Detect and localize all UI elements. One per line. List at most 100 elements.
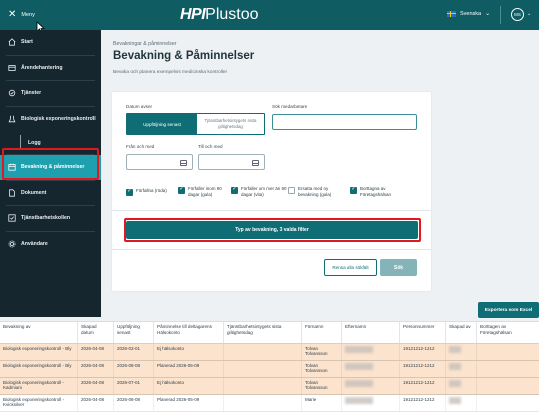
- sidebar-item-bevakning[interactable]: Bevakning & påminnelser: [0, 155, 101, 180]
- swedish-flag-icon: [447, 10, 456, 17]
- sidebar-item-biologisk[interactable]: Biologisk exponeringskontroll ⌃: [0, 107, 101, 132]
- date-label: Datum avser: [126, 104, 153, 109]
- table-cell: Marie: [302, 395, 342, 411]
- redacted-text: [345, 362, 373, 370]
- column-header[interactable]: Påminnelse till deltagarens Hälsokonto: [154, 322, 224, 343]
- search-input[interactable]: [272, 114, 417, 130]
- checkbox-forfaller-90[interactable]: ✓ Förfaller inom 90 dagar (gula): [178, 186, 230, 198]
- table-cell: Tolvan Tolvansson: [302, 361, 342, 377]
- table-cell: [446, 361, 477, 377]
- table-cell: [342, 344, 400, 360]
- table-cell: Tolvan Tolvansson: [302, 344, 342, 360]
- redacted-text: [449, 362, 461, 370]
- table-row[interactable]: Biologisk exponeringskontroll - Kvicksil…: [0, 395, 539, 412]
- redacted-text: [345, 345, 373, 353]
- column-header[interactable]: Bevakning av: [0, 322, 78, 343]
- table-cell: [477, 361, 539, 377]
- chevron-down-icon[interactable]: ⌄: [527, 11, 531, 17]
- to-date-input[interactable]: [198, 154, 265, 170]
- page-title: Bevakning & Påminnelser: [113, 50, 255, 62]
- sidebar-item-arendehantering[interactable]: Ärendehantering: [0, 56, 101, 81]
- checkbox-checked-icon: ✓: [231, 186, 238, 194]
- page-subtitle: Bevaka och planera exempelvis medicinska…: [113, 70, 228, 75]
- toggle-uppfoljning[interactable]: Uppföljning senast: [127, 114, 197, 134]
- table-cell: 2026-04-08: [78, 344, 114, 360]
- checkbox-checked-icon: ✓: [126, 188, 133, 196]
- sidebar-item-tjanster[interactable]: Tjänster: [0, 81, 101, 106]
- filter-card: Datum avser Uppföljning senast Tjänstbar…: [112, 92, 431, 291]
- bio-icon: [7, 114, 17, 124]
- from-date-input[interactable]: [126, 154, 193, 170]
- table-body: Biologisk exponeringskontroll - Bly 2026-…: [0, 344, 539, 412]
- table-cell: [342, 378, 400, 394]
- column-header[interactable]: Personnummer: [400, 322, 446, 343]
- table-row[interactable]: Biologisk exponeringskontroll - Bly 2026-…: [0, 361, 539, 378]
- table-cell: [224, 395, 302, 411]
- sidebar-item-logg[interactable]: Logg: [0, 131, 101, 154]
- menu-label: Meny: [21, 12, 35, 18]
- checkbox-unchecked-icon: [288, 186, 295, 194]
- column-header[interactable]: Skapad datum: [78, 322, 114, 343]
- calendar-icon[interactable]: [180, 160, 187, 166]
- checkbox-forfallna[interactable]: ✓ Förfallna (röda): [126, 188, 178, 196]
- chevron-down-icon: ⌄: [485, 11, 491, 17]
- column-header[interactable]: Skapad av: [446, 322, 477, 343]
- export-excel-button[interactable]: Exportera som Excel: [478, 302, 539, 318]
- check-icon: [7, 213, 17, 223]
- table-header: Bevakning av Skapad datum Uppföljning se…: [0, 321, 539, 344]
- redacted-text: [449, 345, 461, 353]
- table-cell: [477, 395, 539, 411]
- checkbox-forfaller-mer[interactable]: ✓ Förfaller om mer än 90 dagar (vita): [231, 186, 287, 198]
- column-header[interactable]: Tjänstbarhetsintygets sista giltighetsda…: [224, 322, 302, 343]
- date-type-toggle: Uppföljning senast Tjänstbarhetsintygets…: [126, 113, 265, 135]
- column-header[interactable]: Förnamn: [302, 322, 342, 343]
- toggle-tjanstbarhet[interactable]: Tjänstbarhetsintygets sista giltighetsda…: [197, 114, 264, 134]
- sidebar-item-anvandare[interactable]: Användare: [0, 232, 101, 257]
- sidebar: Start Ärendehantering Tjänster Biologisk…: [0, 30, 101, 317]
- chevron-up-icon: ⌃: [90, 115, 95, 122]
- checkbox-borttagna[interactable]: ✓ Borttagna av Företagshälsan: [350, 186, 410, 198]
- type-filter-button[interactable]: Typ av bevakning, 3 valda filter: [126, 221, 418, 239]
- to-label: Till och med: [198, 144, 223, 149]
- table-cell: 2026-04-08: [78, 395, 114, 411]
- table-cell: 19121212-1212: [400, 395, 446, 411]
- table-cell: Biologisk exponeringskontroll - Kadmium: [0, 378, 78, 394]
- table-cell: [477, 378, 539, 394]
- table-cell: 2026-04-08: [78, 361, 114, 377]
- table-cell: [446, 395, 477, 411]
- app-logo[interactable]: HPIPlustoo: [180, 6, 259, 24]
- language-selector[interactable]: Svenska ⌄: [447, 10, 490, 17]
- topbar-divider: [500, 6, 501, 24]
- search-button[interactable]: Sök: [380, 259, 417, 276]
- redacted-text: [345, 396, 373, 404]
- column-header[interactable]: Borttagen av Företagshälsan: [477, 322, 539, 343]
- table-cell: [446, 344, 477, 360]
- menu-button[interactable]: ✕ Meny: [8, 10, 35, 20]
- breadcrumb: Bevakningar & påminnelser: [113, 41, 177, 47]
- table-cell: Planerad 2026-05-09: [154, 395, 224, 411]
- checkbox-checked-icon: ✓: [178, 186, 185, 194]
- table-row[interactable]: Biologisk exponeringskontroll - Kadmium 2…: [0, 378, 539, 395]
- column-header[interactable]: Efternamn: [342, 322, 400, 343]
- cases-icon: [7, 63, 17, 73]
- from-label: Från och med: [126, 144, 155, 149]
- services-icon: [7, 88, 17, 98]
- sidebar-item-tjanstbarhetskollen[interactable]: Tjänstbarhetskollen: [0, 206, 101, 231]
- table-cell: [446, 378, 477, 394]
- sidebar-item-dokument[interactable]: Dokument: [0, 181, 101, 206]
- checkbox-checked-icon: ✓: [350, 186, 357, 194]
- sidebar-item-start[interactable]: Start: [0, 30, 101, 55]
- calendar-icon[interactable]: [252, 160, 259, 166]
- document-icon: [7, 188, 17, 198]
- checkbox-ersatta[interactable]: Ersatta med ny bevakning (gula): [288, 186, 342, 198]
- divider: [112, 210, 431, 211]
- table-cell: [224, 361, 302, 377]
- column-header[interactable]: Uppföljning senast: [114, 322, 154, 343]
- table-cell: 2026-04-08: [78, 378, 114, 394]
- user-avatar[interactable]: MS: [511, 8, 524, 21]
- table-row[interactable]: Biologisk exponeringskontroll - Bly 2026-…: [0, 344, 539, 361]
- search-label: Sök medarbetare: [272, 104, 308, 109]
- clear-button[interactable]: Rensa alla sökfält: [324, 259, 377, 276]
- table-cell: Tolvan Tolvansson: [302, 378, 342, 394]
- table-cell: [342, 395, 400, 411]
